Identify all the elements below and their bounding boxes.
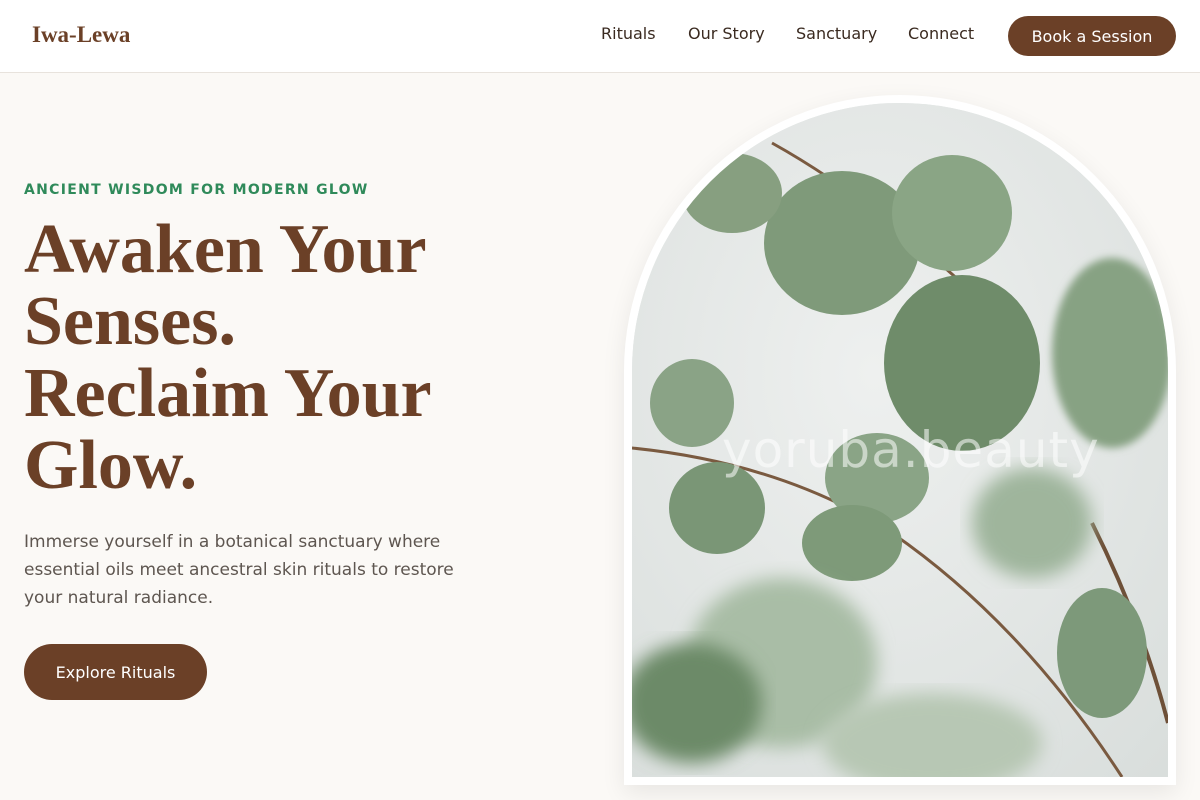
image-watermark: yoruba.beauty [722, 421, 1100, 479]
headline-line: Awaken Your [24, 211, 427, 288]
hero-headline: Awaken Your Senses. Reclaim Your Glow. [24, 214, 584, 502]
nav-link-connect[interactable]: Connect [908, 24, 974, 46]
explore-rituals-button[interactable]: Explore Rituals [24, 644, 207, 700]
eucalyptus-image: yoruba.beauty [632, 103, 1168, 777]
nav-link-our-story[interactable]: Our Story [688, 24, 765, 46]
nav-link-rituals[interactable]: Rituals [601, 24, 656, 46]
site-header: Iwa-Lewa Rituals Our Story Sanctuary Con… [0, 0, 1200, 73]
headline-line: Glow. [24, 427, 198, 504]
headline-line: Reclaim Your [24, 355, 432, 432]
hero-image-frame: yoruba.beauty [624, 95, 1176, 785]
brand-logo[interactable]: Iwa-Lewa [32, 22, 130, 48]
nav-link-sanctuary[interactable]: Sanctuary [796, 24, 877, 46]
hero-eyebrow: ANCIENT WISDOM FOR MODERN GLOW [24, 182, 369, 198]
book-session-button[interactable]: Book a Session [1008, 16, 1176, 56]
headline-line: Senses. [24, 283, 236, 360]
hero-lead-text: Immerse yourself in a botanical sanctuar… [24, 532, 454, 608]
